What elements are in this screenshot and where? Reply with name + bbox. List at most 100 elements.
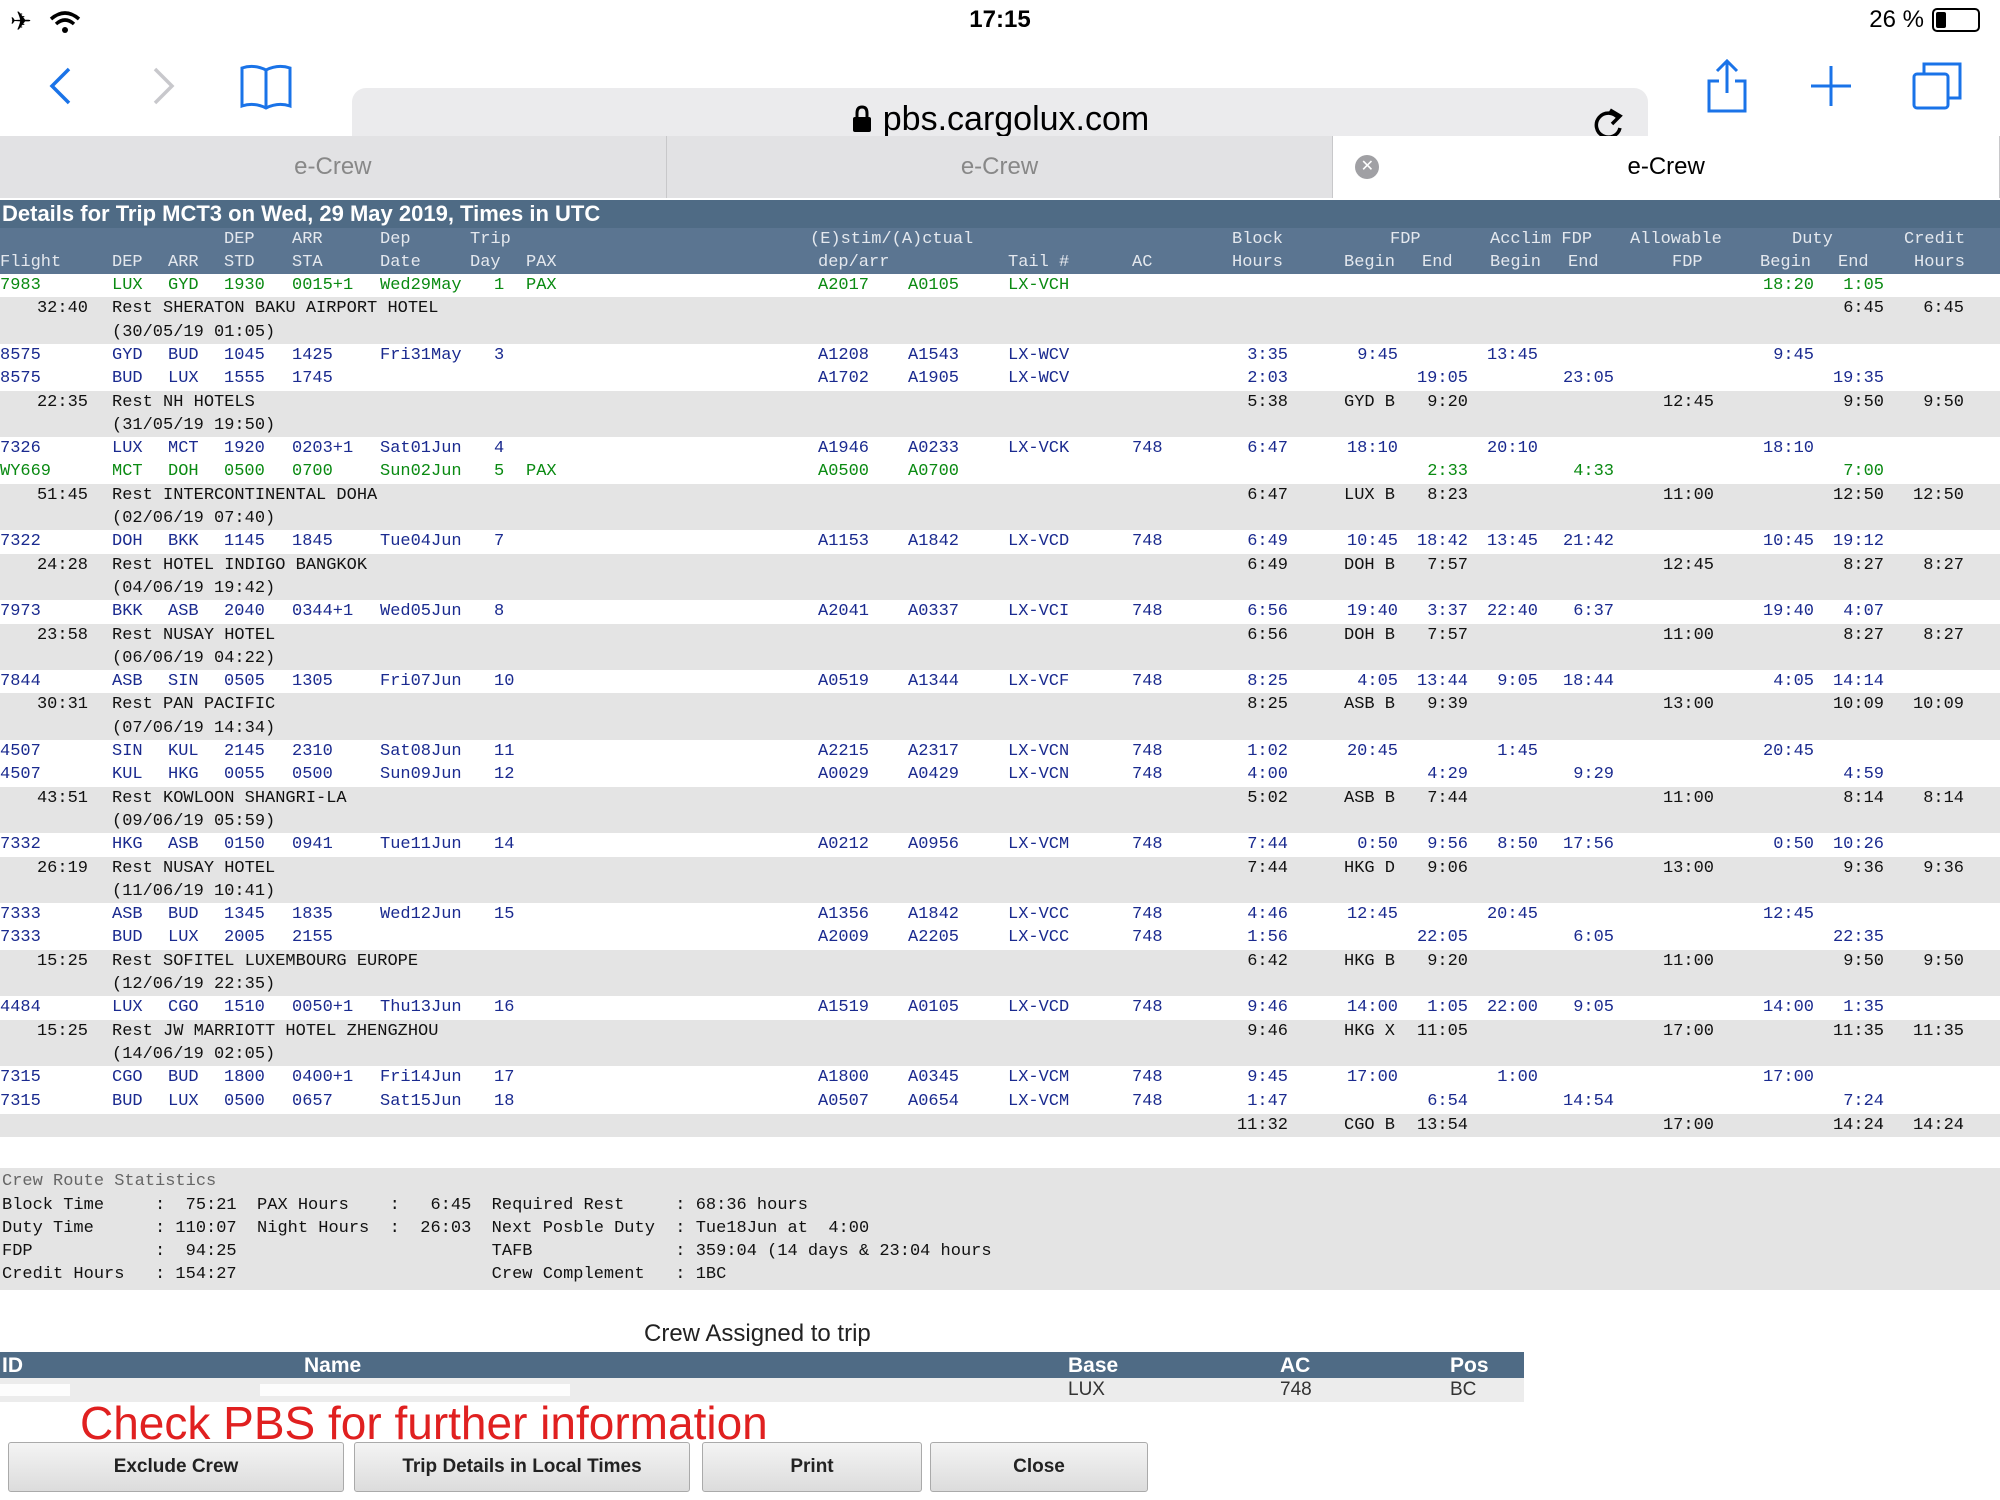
block-hours: 1:47 bbox=[1247, 1091, 1288, 1111]
rest-row: 24:28 Rest HOTEL INDIGO BANGKOK 6:49 DOH B 7… bbox=[0, 553, 2000, 577]
day: 17 bbox=[494, 1068, 515, 1088]
tail: LX-VCI bbox=[1008, 602, 1070, 622]
rest-fdp-begin: HKG D bbox=[1344, 858, 1396, 878]
crew-hdr-name: Name bbox=[304, 1354, 362, 1377]
rest-time-row: (02/06/19 07:40) bbox=[0, 507, 2000, 531]
browser-tab-2[interactable]: e-Crew bbox=[667, 136, 1334, 198]
tail: LX-VCF bbox=[1008, 672, 1070, 692]
hdr-credit-hours: Hours bbox=[1914, 253, 1966, 272]
duty-begin: 18:20 bbox=[1762, 276, 1814, 295]
hdr-fdp-begin: Begin bbox=[1344, 253, 1396, 272]
ac: 748 bbox=[1132, 765, 1163, 785]
arr: LUX bbox=[168, 369, 199, 389]
flight: 4507 bbox=[0, 765, 41, 785]
block-hours: 9:45 bbox=[1247, 1068, 1288, 1088]
hdr-fdp-end: End bbox=[1422, 253, 1453, 272]
tail: LX-VCC bbox=[1008, 905, 1070, 925]
arr: HKG bbox=[168, 765, 199, 785]
crew-base: LUX bbox=[1068, 1379, 1105, 1400]
hdr-estim: (E)stim/(A)ctual bbox=[810, 230, 974, 249]
rest-duty-end: 8:27 bbox=[1843, 625, 1884, 645]
book-icon[interactable] bbox=[236, 58, 296, 114]
battery-percent: 26 % bbox=[1869, 6, 1924, 33]
fdp-begin: 18:10 bbox=[1346, 439, 1398, 459]
arr: BUD bbox=[168, 1068, 199, 1088]
flight-row: 7332 HKG ASB 0150 0941 Tue11Jun 14 A0212 A0956 LX… bbox=[0, 833, 2000, 857]
arr: BUD bbox=[168, 905, 199, 925]
rest-timestamp: (07/06/19 14:34) bbox=[112, 718, 276, 738]
fdp-end: 2:33 bbox=[1427, 462, 1468, 482]
acclim-begin: 1:00 bbox=[1497, 1068, 1538, 1088]
rest-block: 8:25 bbox=[1247, 695, 1288, 715]
fdp-end: 22:05 bbox=[1416, 928, 1468, 948]
sta: 0344+1 bbox=[292, 602, 354, 622]
dep: DOH bbox=[112, 532, 143, 552]
flight-row: 7333 BUD LUX 2005 2155 A2009 A2205 LX-VCC 748 1:5… bbox=[0, 926, 2000, 950]
date: Sun09Jun bbox=[380, 765, 462, 785]
flight-row: 4507 SIN KUL 2145 2310 Sat08Jun 11 A2215 A2317 LX… bbox=[0, 740, 2000, 764]
plus-icon[interactable] bbox=[1808, 58, 1854, 114]
est-dep: A1519 bbox=[818, 998, 870, 1018]
dep: BUD bbox=[112, 1091, 143, 1111]
date: Wed05Jun bbox=[380, 602, 462, 622]
est-dep: A1800 bbox=[818, 1068, 870, 1088]
chevron-right-icon[interactable] bbox=[144, 58, 184, 114]
tabs-icon[interactable] bbox=[1912, 58, 1962, 114]
tail: LX-WCV bbox=[1008, 345, 1070, 365]
hdr-arr2: ARR bbox=[168, 253, 199, 272]
exclude-crew-button[interactable]: Exclude Crew bbox=[8, 1442, 344, 1492]
date: Sat08Jun bbox=[380, 742, 462, 761]
block-hours: 2:03 bbox=[1247, 369, 1288, 389]
browser-tab-1[interactable]: e-Crew bbox=[0, 136, 667, 198]
stats-title: Crew Route Statistics bbox=[2, 1172, 217, 1191]
sta: 1745 bbox=[292, 369, 333, 389]
duty-end: 22:35 bbox=[1832, 928, 1884, 948]
stats-line-1: Block Time : 75:21 PAX Hours : 6:45 Requ… bbox=[2, 1196, 808, 1215]
tail: LX-VCC bbox=[1008, 928, 1070, 948]
rest-allowable: 11:00 bbox=[1662, 788, 1714, 808]
block-hours: 4:46 bbox=[1247, 905, 1288, 925]
total-fdp-begin: CGO B bbox=[1344, 1116, 1396, 1135]
close-button[interactable]: Close bbox=[930, 1442, 1148, 1492]
close-tab-icon[interactable]: ✕ bbox=[1355, 155, 1380, 179]
acclim-end: 23:05 bbox=[1562, 369, 1614, 389]
rest-allowable: 17:00 bbox=[1662, 1021, 1714, 1041]
rest-time-row: (14/06/19 02:05) bbox=[0, 1042, 2000, 1067]
hdr-dep: DEP bbox=[224, 230, 255, 249]
rest-allowable: 11:00 bbox=[1662, 951, 1714, 971]
url-display[interactable]: pbs.cargolux.com bbox=[352, 100, 1648, 139]
est-arr: A2317 bbox=[908, 742, 960, 761]
rest-duration: 26:19 bbox=[36, 858, 88, 878]
hdr-flight: Flight bbox=[0, 253, 62, 272]
arr: MCT bbox=[168, 439, 199, 459]
rest-row: 23:58 Rest NUSAY HOTEL 6:56 DOH B 7:57 11:00 8… bbox=[0, 623, 2000, 647]
std: 0500 bbox=[224, 1091, 265, 1111]
tail: LX-VCD bbox=[1008, 532, 1070, 552]
flight: 8575 bbox=[0, 345, 41, 365]
day: 1 bbox=[494, 276, 505, 295]
rest-credit: 8:27 bbox=[1923, 555, 1964, 575]
share-icon[interactable] bbox=[1704, 58, 1750, 114]
sta: 0500 bbox=[292, 765, 333, 785]
acclim-end: 17:56 bbox=[1562, 835, 1614, 855]
sta: 0050+1 bbox=[292, 998, 354, 1018]
sta: 0203+1 bbox=[292, 439, 354, 459]
browser-tab-3[interactable]: ✕ e-Crew bbox=[1333, 136, 2000, 198]
flight: 7315 bbox=[0, 1091, 41, 1111]
dep: CGO bbox=[112, 1068, 143, 1088]
rest-text: Rest SOFITEL LUXEMBOURG EUROPE bbox=[112, 951, 419, 971]
trip-details-local-times-button[interactable]: Trip Details in Local Times bbox=[354, 1442, 690, 1492]
flight-row: 7315 CGO BUD 1800 0400+1 Fri14Jun 17 A1800 A0345… bbox=[0, 1066, 2000, 1090]
chevron-left-icon[interactable] bbox=[40, 58, 80, 114]
tail: LX-VCK bbox=[1008, 439, 1070, 459]
total-duty-end: 14:24 bbox=[1832, 1116, 1884, 1135]
rest-fdp-end: 9:39 bbox=[1427, 695, 1468, 715]
fdp-begin: 20:45 bbox=[1346, 742, 1398, 761]
rest-row: 30:31 Rest PAN PACIFIC 8:25 ASB B 9:39 13:00 1… bbox=[0, 693, 2000, 717]
print-button[interactable]: Print bbox=[702, 1442, 922, 1492]
date: Wed12Jun bbox=[380, 905, 462, 925]
block-hours: 6:56 bbox=[1247, 602, 1288, 622]
status-right: 26 % bbox=[1869, 6, 1980, 34]
duty-begin: 19:40 bbox=[1762, 602, 1814, 622]
block-hours: 7:44 bbox=[1247, 835, 1288, 855]
